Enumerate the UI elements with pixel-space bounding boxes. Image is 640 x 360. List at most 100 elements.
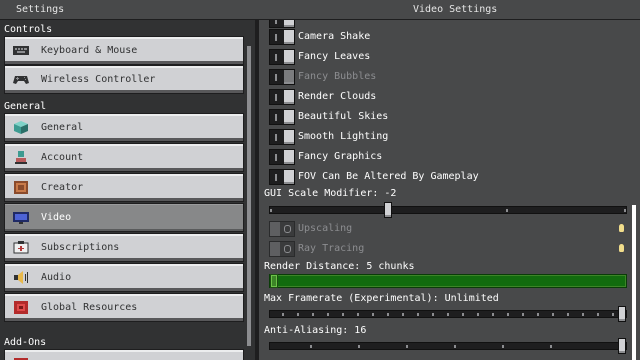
slider-thumb[interactable]: [618, 338, 626, 354]
fancy-leaves-toggle[interactable]: [269, 49, 295, 65]
settings-sidebar: Controls Keyboard & Mouse Wireless Contr…: [0, 20, 255, 360]
off-indicator-icon: [275, 54, 277, 61]
smooth-lighting-toggle[interactable]: [269, 129, 295, 145]
toggle-knob: [284, 170, 294, 184]
off-indicator-icon: [275, 114, 277, 121]
sidebar-item-general[interactable]: General: [4, 113, 244, 142]
toggle-knob: [284, 150, 294, 164]
toggle-knob: [270, 242, 280, 256]
sidebar-item-label: Keyboard & Mouse: [41, 45, 138, 56]
page-title: Video Settings: [413, 4, 498, 15]
section-label-general: General: [4, 101, 47, 112]
monitor-icon: [13, 210, 29, 225]
setting-render-clouds[interactable]: Render Clouds: [269, 88, 629, 106]
resource-pack-icon: [13, 300, 29, 315]
setting-fancy-leaves[interactable]: Fancy Leaves: [269, 48, 629, 66]
section-label-controls: Controls: [4, 24, 53, 35]
setting-label: Fancy Leaves: [298, 51, 371, 62]
fancy-bubbles-toggle[interactable]: [269, 69, 295, 85]
max-framerate-label: Max Framerate (Experimental): Unlimited: [264, 293, 499, 304]
settings-title: Settings: [16, 4, 65, 15]
toggle-knob: [284, 90, 294, 104]
speaker-icon: [13, 270, 29, 285]
setting-label: FOV Can Be Altered By Gameplay: [298, 171, 479, 182]
sidebar-item-creator[interactable]: Creator: [4, 173, 244, 202]
sidebar-item-label: Wireless Controller: [41, 74, 156, 85]
anti-aliasing-slider[interactable]: [269, 338, 627, 354]
slider-thumb[interactable]: [618, 306, 626, 322]
toggle-knob: [284, 30, 294, 44]
toggle-knob: [284, 130, 294, 144]
toggle-knob: [270, 222, 280, 236]
sidebar-item-account[interactable]: Account: [4, 143, 244, 172]
toggle-knob: [284, 110, 294, 124]
setting-camera-shake[interactable]: Camera Shake: [269, 28, 629, 46]
render-clouds-toggle[interactable]: [269, 89, 295, 105]
sidebar-item-keyboard-mouse[interactable]: Keyboard & Mouse: [4, 36, 244, 65]
sidebar-item-label: General: [41, 122, 84, 133]
setting-label: Fancy Bubbles: [298, 71, 377, 82]
setting-ray-tracing: Ray Tracing: [269, 240, 629, 258]
setting-label: Smooth Lighting: [298, 131, 389, 142]
setting-fancy-graphics[interactable]: Fancy Graphics: [269, 148, 629, 166]
toggle-partial-top[interactable]: [269, 20, 295, 28]
setting-label: Beautiful Skies: [298, 111, 389, 122]
info-bulb-icon[interactable]: [619, 244, 624, 252]
toggle-knob: [284, 70, 294, 84]
person-icon: [13, 150, 29, 165]
sidebar-item-label: Creator: [41, 182, 84, 193]
off-indicator-icon: [275, 94, 277, 101]
gui-scale-label: GUI Scale Modifier: -2: [264, 188, 397, 199]
sidebar-item-label: Global Resources: [41, 302, 138, 313]
sidebar-item-subscriptions[interactable]: Subscriptions: [4, 233, 244, 262]
slider-thumb[interactable]: [384, 202, 392, 218]
toggle-knob: [284, 50, 294, 64]
off-ring-icon: [284, 245, 291, 253]
setting-label: Upscaling: [298, 223, 353, 234]
keyboard-icon: [13, 43, 29, 58]
sidebar-item-label: Video: [41, 212, 72, 223]
setting-fov-gameplay[interactable]: FOV Can Be Altered By Gameplay: [269, 168, 629, 186]
sidebar-item-label: Audio: [41, 272, 72, 283]
creator-icon: [13, 180, 29, 195]
sidebar-item-audio[interactable]: Audio: [4, 263, 244, 292]
ray-tracing-toggle: [269, 241, 295, 257]
gamepad-icon: [13, 72, 29, 87]
slider-thumb[interactable]: [270, 274, 278, 288]
info-bulb-icon[interactable]: [619, 224, 624, 232]
gui-scale-slider[interactable]: [269, 202, 627, 218]
upscaling-toggle: [269, 221, 295, 237]
setting-label: Render Clouds: [298, 91, 377, 102]
sidebar-scrollbar[interactable]: [247, 46, 251, 346]
off-indicator-icon: [275, 154, 277, 161]
title-bar: Settings Video Settings: [0, 0, 640, 20]
cube-icon: [13, 120, 29, 135]
fov-gameplay-toggle[interactable]: [269, 169, 295, 185]
off-ring-icon: [284, 225, 291, 233]
setting-smooth-lighting[interactable]: Smooth Lighting: [269, 128, 629, 146]
beautiful-skies-toggle[interactable]: [269, 109, 295, 125]
main-scrollbar[interactable]: [632, 205, 636, 360]
sidebar-item-global-resources[interactable]: Global Resources: [4, 293, 244, 322]
anti-aliasing-label: Anti-Aliasing: 16: [264, 325, 367, 336]
off-indicator-icon: [275, 34, 277, 41]
off-indicator-icon: [275, 174, 277, 181]
setting-label: Fancy Graphics: [298, 151, 383, 162]
max-framerate-slider[interactable]: [269, 306, 627, 322]
section-label-addons: Add-Ons: [4, 337, 47, 348]
camera-shake-toggle[interactable]: [269, 29, 295, 45]
off-indicator-icon: [275, 74, 277, 81]
sidebar-item-video[interactable]: Video: [4, 203, 244, 232]
setting-label: Camera Shake: [298, 31, 371, 42]
subscriptions-icon: [13, 240, 29, 255]
sidebar-item-addons-partial[interactable]: [4, 349, 244, 360]
sidebar-item-label: Subscriptions: [41, 242, 120, 253]
addon-icon: [13, 356, 29, 360]
setting-beautiful-skies[interactable]: Beautiful Skies: [269, 108, 629, 126]
render-distance-slider[interactable]: [269, 274, 627, 288]
setting-label: Ray Tracing: [298, 243, 365, 254]
video-settings-panel: Camera Shake Fancy Leaves Fancy Bubbles …: [259, 20, 640, 360]
setting-fancy-bubbles[interactable]: Fancy Bubbles: [269, 68, 629, 86]
fancy-graphics-toggle[interactable]: [269, 149, 295, 165]
sidebar-item-wireless-controller[interactable]: Wireless Controller: [4, 65, 244, 94]
